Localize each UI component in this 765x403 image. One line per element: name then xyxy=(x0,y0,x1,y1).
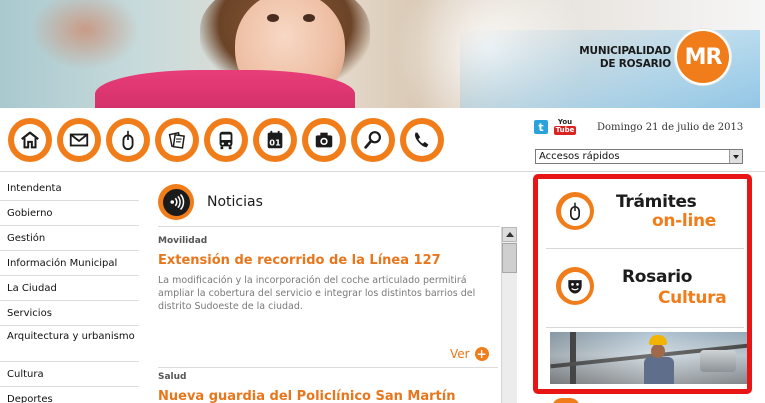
photo-worker-face xyxy=(651,344,665,358)
mail-icon xyxy=(69,133,89,147)
quick-access-value: Accesos rápidos xyxy=(539,151,620,162)
sidebar-nav: Intendenta Gobierno Gestión Información … xyxy=(0,176,139,403)
youtube-label-bottom: Tube xyxy=(553,126,577,135)
tramites-subtitle: on-line xyxy=(652,211,717,231)
bus-icon xyxy=(219,131,233,150)
cultura-subtitle: Cultura xyxy=(658,288,727,308)
youtube-label-top: You xyxy=(557,118,573,126)
calendar-icon: 01 xyxy=(267,130,283,149)
rosario-cultura-banner[interactable]: Rosario Cultura xyxy=(546,251,744,327)
twitter-icon[interactable]: t xyxy=(534,120,548,134)
site-logo[interactable]: MR xyxy=(675,29,731,85)
documents-icon xyxy=(168,131,185,149)
article-category: Movilidad xyxy=(158,236,208,246)
tramites-online-button[interactable] xyxy=(106,118,150,162)
broadcast-icon xyxy=(170,193,185,211)
article-headline-link[interactable]: Nueva guardia del Policlínico San Martín xyxy=(158,389,498,403)
sidebar-item-cultura[interactable]: Cultura xyxy=(0,362,139,387)
highlight-promo-panel: Trámites on-line Rosario Cultura xyxy=(533,174,752,394)
current-date: Domingo 21 de julio de 2013 xyxy=(597,122,744,133)
logo-line-1: MUNICIPALIDAD xyxy=(579,45,671,57)
plus-icon: + xyxy=(474,347,489,361)
sidebar-item-informacion-municipal[interactable]: Información Municipal xyxy=(0,251,139,276)
sidebar-item-la-ciudad[interactable]: La Ciudad xyxy=(0,276,139,301)
tramites-online-banner[interactable]: Trámites on-line xyxy=(546,183,744,247)
news-divider xyxy=(158,226,500,227)
sidebar-item-gobierno[interactable]: Gobierno xyxy=(0,201,139,226)
tramites-title: Trámites xyxy=(616,192,697,212)
sidebar-item-arquitectura[interactable]: Arquitectura y urbanismo xyxy=(0,326,139,362)
quick-icons-toolbar: 01 xyxy=(8,118,444,166)
chevron-down-icon[interactable] xyxy=(729,150,742,163)
header-banner: MUNICIPALIDAD DE ROSARIO MR xyxy=(0,0,765,108)
photo-worker-helmet xyxy=(649,335,667,345)
search-icon xyxy=(364,131,381,149)
photo-worker-shirt xyxy=(644,357,674,384)
social-links: t You Tube xyxy=(534,118,577,136)
news-header: Noticias xyxy=(158,184,263,220)
scroll-up-arrow-icon[interactable] xyxy=(502,227,517,242)
news-badge xyxy=(158,184,194,220)
promo-divider xyxy=(546,327,744,328)
sidebar-item-servicios[interactable]: Servicios xyxy=(0,301,139,326)
agenda-button[interactable]: 01 xyxy=(253,118,297,162)
promo-divider xyxy=(546,248,744,249)
youtube-icon[interactable]: You Tube xyxy=(553,118,577,136)
phone-icon xyxy=(415,132,429,148)
gallery-button[interactable] xyxy=(302,118,346,162)
calendar-day: 01 xyxy=(269,138,281,148)
mouse-icon xyxy=(570,202,580,221)
cultura-title: Rosario xyxy=(622,267,693,287)
scroll-thumb[interactable] xyxy=(502,243,517,273)
home-icon xyxy=(21,131,39,149)
tramites-badge xyxy=(556,192,594,230)
news-article: Salud Nueva guardia del Policlínico San … xyxy=(158,372,498,403)
banner-photo-hand xyxy=(30,0,140,70)
banner-photo-eye xyxy=(267,14,279,22)
news-section-title: Noticias xyxy=(207,194,263,210)
article-divider xyxy=(158,367,498,368)
transport-button[interactable] xyxy=(204,118,248,162)
banner-photo-jacket xyxy=(95,70,355,108)
search-button[interactable] xyxy=(351,118,395,162)
logo-line-2: DE ROSARIO xyxy=(599,58,671,70)
news-list: Movilidad Extensión de recorrido de la L… xyxy=(158,228,518,403)
cultura-badge xyxy=(556,267,594,305)
sidebar-item-intendenta[interactable]: Intendenta xyxy=(0,176,139,201)
mouse-icon xyxy=(122,130,134,151)
header-divider xyxy=(0,171,765,172)
banner-photo-eye xyxy=(303,14,315,22)
read-more-link[interactable]: Ver + xyxy=(450,347,489,361)
phone-button[interactable] xyxy=(400,118,444,162)
documents-button[interactable] xyxy=(155,118,199,162)
quick-access-select[interactable]: Accesos rápidos xyxy=(535,149,743,164)
article-headline-link[interactable]: Extensión de recorrido de la Línea 127 xyxy=(158,253,498,268)
photo-street-lamp xyxy=(700,350,736,372)
camera-icon xyxy=(315,132,333,148)
sidebar-item-deportes[interactable]: Deportes xyxy=(0,387,139,403)
news-scrollbar[interactable] xyxy=(501,227,517,403)
article-category: Salud xyxy=(158,372,187,382)
next-promo-badge[interactable] xyxy=(552,398,580,403)
theatre-mask-icon xyxy=(568,280,582,294)
home-button[interactable] xyxy=(8,118,52,162)
mail-button[interactable] xyxy=(57,118,101,162)
article-summary: La modificación y la incorporación del c… xyxy=(158,275,476,312)
site-logo-text[interactable]: MUNICIPALIDAD DE ROSARIO xyxy=(579,45,671,71)
street-lighting-photo[interactable] xyxy=(550,332,747,384)
read-more-label: Ver xyxy=(450,347,470,361)
sidebar-item-gestion[interactable]: Gestión xyxy=(0,226,139,251)
news-article: Movilidad Extensión de recorrido de la L… xyxy=(158,236,498,368)
